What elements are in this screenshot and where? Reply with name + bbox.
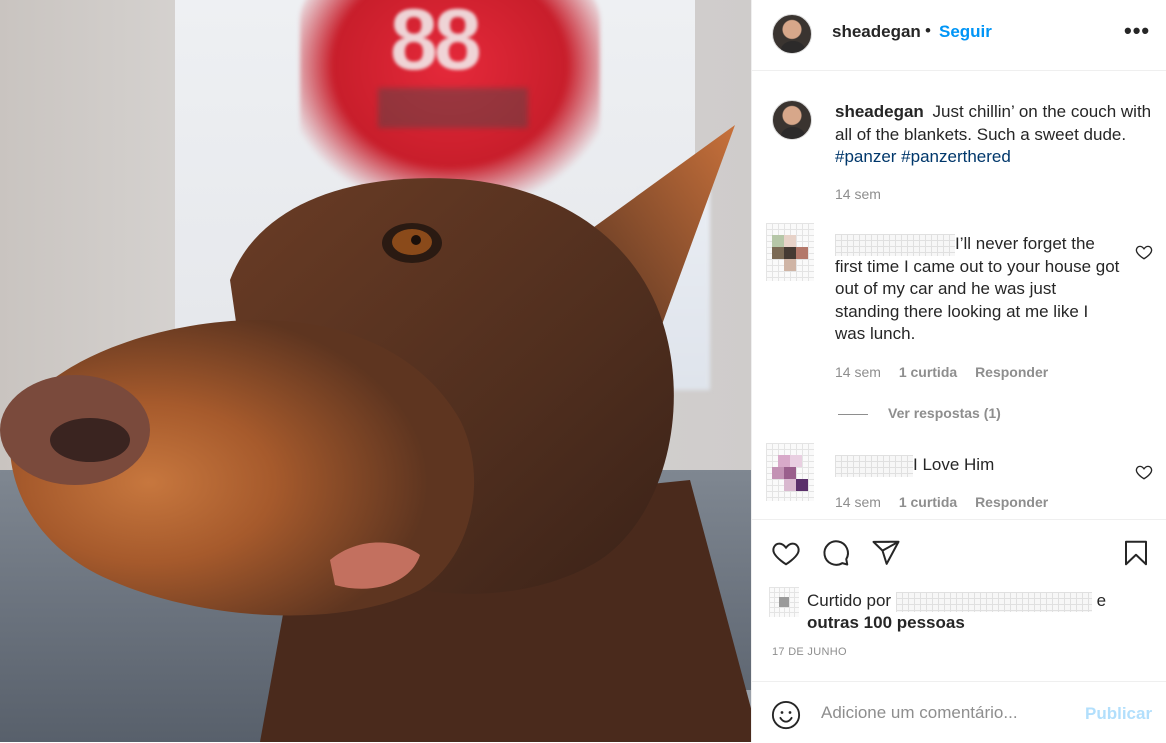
follow-button[interactable]: Seguir (939, 22, 992, 42)
view-replies-label: Ver respostas (1) (888, 405, 1001, 421)
comment-icon[interactable] (821, 538, 851, 568)
post-sidebar: sheadegan • Seguir ••• sheadegan Just ch… (751, 0, 1166, 742)
emoji-icon[interactable] (771, 700, 801, 730)
hashtag-link[interactable]: #panzer (835, 147, 896, 166)
comment-input[interactable] (821, 698, 1071, 728)
heart-icon[interactable] (771, 538, 801, 568)
author-username[interactable]: sheadegan (832, 22, 921, 42)
comment-text: I Love Him (913, 455, 995, 474)
comment-username[interactable] (835, 233, 955, 256)
likes-prefix: Curtido por (807, 591, 892, 610)
post-header: sheadegan • Seguir ••• (752, 0, 1166, 71)
comment-likes[interactable]: 1 curtida (899, 364, 957, 380)
comment-likes[interactable]: 1 curtida (899, 494, 957, 510)
reply-button[interactable]: Responder (975, 494, 1048, 510)
liker-avatar[interactable] (769, 587, 799, 617)
comment-body: I’ll never forget the first time I came … (835, 233, 1120, 346)
add-comment-bar: Publicar (752, 681, 1166, 743)
caption: sheadegan Just chillin’ on the couch wit… (835, 101, 1157, 169)
replies-divider (838, 413, 868, 415)
more-icon[interactable]: ••• (1124, 18, 1150, 44)
comment-avatar[interactable] (766, 443, 814, 501)
comment-username[interactable] (835, 454, 913, 477)
caption-time[interactable]: 14 sem (835, 186, 881, 202)
caption-avatar[interactable] (772, 100, 812, 140)
bookmark-icon[interactable] (1121, 538, 1151, 568)
share-icon[interactable] (871, 538, 901, 568)
author-avatar[interactable] (772, 14, 812, 54)
comment-time[interactable]: 14 sem (835, 494, 881, 510)
hashtag-link[interactable]: #panzerthered (901, 147, 1011, 166)
likes-connector: e (1096, 591, 1107, 610)
liker-username[interactable] (895, 591, 1092, 612)
comments-list[interactable]: sheadegan Just chillin’ on the couch wit… (752, 71, 1166, 518)
post-photo[interactable]: 88 (0, 0, 751, 742)
likes-summary: Curtido por e outras 100 pessoas (807, 590, 1147, 634)
dog-illustration (0, 125, 751, 742)
comment-body: I Love Him (835, 454, 1120, 477)
comment-like-icon[interactable] (1135, 463, 1153, 481)
publish-button[interactable]: Publicar (1085, 704, 1152, 724)
caption-username[interactable]: sheadegan (835, 102, 924, 121)
likes-others-link[interactable]: outras 100 pessoas (807, 613, 965, 632)
view-replies-button[interactable]: Ver respostas (1) (838, 405, 1001, 421)
comment-time[interactable]: 14 sem (835, 364, 881, 380)
comment-meta: 14 sem 1 curtida Responder (835, 494, 1048, 510)
header-separator: • (925, 21, 931, 40)
post-date[interactable]: 17 DE JUNHO (772, 646, 847, 658)
comment-avatar[interactable] (766, 223, 814, 281)
reply-button[interactable]: Responder (975, 364, 1048, 380)
comment-like-icon[interactable] (1135, 243, 1153, 261)
post-actions: Curtido por e outras 100 pessoas 17 DE J… (752, 519, 1166, 682)
comment-meta: 14 sem 1 curtida Responder (835, 364, 1048, 380)
